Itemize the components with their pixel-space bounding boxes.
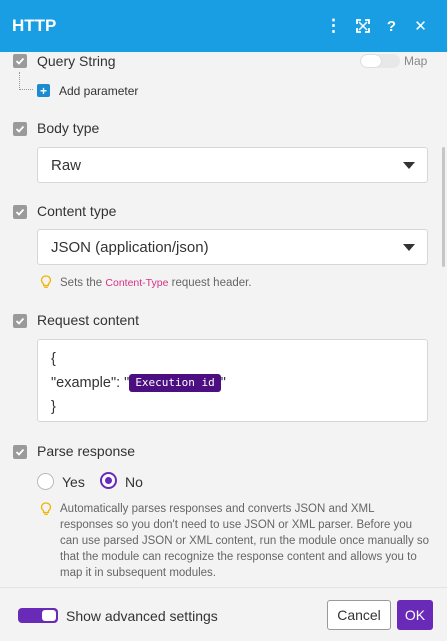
parse-response-label: Parse response bbox=[37, 443, 136, 459]
expand-icon[interactable] bbox=[348, 19, 377, 33]
cancel-button[interactable]: Cancel bbox=[327, 600, 391, 630]
content-type-value: JSON (application/json) bbox=[51, 238, 209, 256]
parse-response-no-radio[interactable] bbox=[100, 472, 117, 489]
body-type-select[interactable]: Raw bbox=[37, 147, 428, 183]
parse-response-yes-radio[interactable] bbox=[37, 473, 54, 490]
scrollbar-thumb[interactable] bbox=[442, 147, 445, 267]
content-type-checkbox[interactable] bbox=[13, 205, 27, 219]
content-type-code: Content-Type bbox=[105, 277, 169, 289]
query-string-checkbox[interactable] bbox=[13, 54, 27, 68]
lightbulb-icon bbox=[40, 275, 52, 288]
body-type-checkbox[interactable] bbox=[13, 122, 27, 136]
query-string-label: Query String bbox=[37, 53, 116, 69]
advanced-settings-toggle[interactable] bbox=[18, 608, 58, 623]
add-parameter-link[interactable]: Add parameter bbox=[59, 84, 138, 98]
parse-response-checkbox[interactable] bbox=[13, 445, 27, 459]
parse-response-hint: Automatically parses responses and conve… bbox=[60, 503, 430, 579]
module-header: HTTP ⋮ ? ✕ bbox=[0, 0, 447, 52]
body-type-label: Body type bbox=[37, 120, 100, 136]
plus-icon[interactable]: + bbox=[37, 84, 50, 97]
map-toggle[interactable] bbox=[360, 54, 400, 68]
module-settings-panel[interactable]: Query String Map + Add parameter Body ty… bbox=[0, 52, 447, 587]
footer: Show advanced settings Cancel OK bbox=[0, 587, 447, 641]
map-label: Map bbox=[404, 54, 428, 68]
lightbulb-icon bbox=[40, 502, 52, 515]
request-content-editor[interactable]: { "example": " Execution id " } bbox=[37, 339, 428, 422]
execution-id-pill[interactable]: Execution id bbox=[129, 374, 221, 392]
chevron-down-icon bbox=[403, 162, 415, 169]
no-label: No bbox=[125, 474, 143, 490]
tree-connector bbox=[19, 72, 33, 90]
module-title: HTTP bbox=[12, 16, 57, 35]
help-icon[interactable]: ? bbox=[377, 18, 406, 35]
content-type-select[interactable]: JSON (application/json) bbox=[37, 229, 428, 265]
content-type-label: Content type bbox=[37, 203, 117, 219]
more-vertical-icon[interactable]: ⋮ bbox=[319, 16, 348, 36]
advanced-settings-label: Show advanced settings bbox=[66, 608, 218, 624]
request-content-label: Request content bbox=[37, 312, 139, 328]
yes-label: Yes bbox=[62, 474, 85, 490]
ok-button[interactable]: OK bbox=[397, 600, 433, 630]
body-type-value: Raw bbox=[51, 156, 82, 174]
content-type-hint: Sets the Content-Type request header. bbox=[60, 277, 252, 289]
chevron-down-icon bbox=[403, 244, 415, 251]
request-content-checkbox[interactable] bbox=[13, 314, 27, 328]
close-icon[interactable]: ✕ bbox=[406, 17, 435, 35]
